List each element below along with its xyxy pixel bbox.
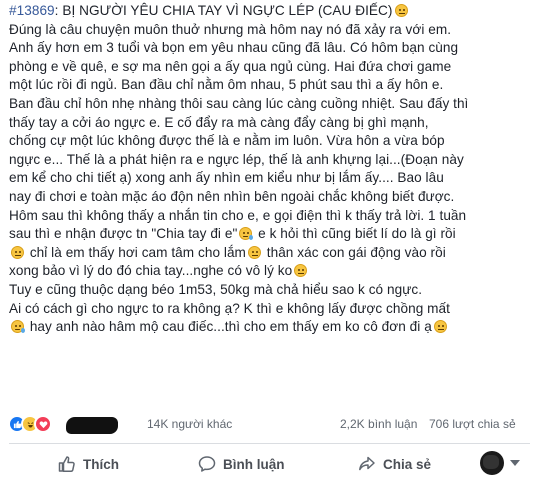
- avatar: [480, 451, 504, 475]
- post-line: Anh ấy hơn em 3 tuổi và bọn em yêu nhau …: [9, 40, 459, 56]
- share-arrow-icon: [359, 456, 375, 471]
- comments-count[interactable]: 2,2K bình luận: [340, 417, 417, 431]
- post-line: phòng e về quê, e sợ ma nên gọi a ấy qua…: [9, 58, 452, 74]
- reactions-bar: 14K người khác 2,2K bình luận 706 lượt c…: [0, 413, 539, 437]
- share-label: Chia sẻ: [383, 456, 432, 472]
- post-title-line: #13869: BỊ NGƯỜI YÊU CHIA TAY VÌ NGỰC LÉ…: [9, 2, 533, 21]
- post-line: hay anh nào hâm mộ cau điếc...thì cho em…: [9, 318, 533, 337]
- post-line: thấy tay a cởi áo ngực e. E cố đẩy ra mà…: [9, 114, 429, 130]
- post-line-part: e k hỏi thì cũng biết lí do là gì rồi: [254, 226, 456, 242]
- comment-button[interactable]: Bình luận: [198, 454, 285, 474]
- comment-icon: [198, 456, 216, 472]
- divider: [9, 443, 530, 444]
- post-line: Tuy e cũng thuộc dạng béo 1m53, 50kg mà …: [9, 281, 423, 297]
- post-line: một lúc rồi đi ngủ. Ban đầu chỉ nằm ôm n…: [9, 77, 444, 93]
- post-line-part: hay anh nào hâm mộ cau điếc...thì cho em…: [26, 319, 432, 335]
- reactions-count[interactable]: 14K người khác: [147, 417, 232, 431]
- post-hashtag[interactable]: #13869: [9, 3, 55, 18]
- confused-emoji-icon: [11, 245, 24, 259]
- caret-down-icon: [510, 460, 520, 466]
- confused-emoji-icon: [433, 320, 447, 334]
- crying-emoji-icon: [239, 227, 254, 241]
- thumbs-up-icon: [58, 456, 75, 472]
- post-line: Ai có cách gì cho ngực to ra không ạ? K …: [9, 300, 450, 316]
- post-line-part: sau thì e nhận được tn "Chia tay đi e": [9, 226, 238, 242]
- post-line: chống cự một lúc không được thế là e nằm…: [9, 133, 445, 149]
- share-button[interactable]: Chia sẻ: [358, 454, 431, 474]
- post-title: : BỊ NGƯỜI YÊU CHIA TAY VÌ NGỰC LÉP (CAU…: [54, 3, 393, 18]
- reactor-name-redacted: [66, 417, 118, 434]
- post-line: nay đi chơi e toàn mặc áo độn nên nhìn b…: [9, 188, 455, 204]
- post-line: em kể cho chi tiết ạ) xong anh ấy nhìn e…: [9, 170, 444, 186]
- post-as-selector[interactable]: [480, 451, 520, 475]
- post-line: ngực e... Thế là a phát hiện ra e ngực l…: [9, 151, 464, 167]
- action-bar: Thích Bình luận Chia sẻ: [0, 446, 539, 480]
- post-line: xong bảo vì lý do đó chia tay...nghe có …: [9, 262, 533, 281]
- love-reaction-icon: [34, 415, 52, 433]
- post-line: Hôm sau thì không thấy a nhắn tin cho e,…: [9, 207, 467, 223]
- crying-emoji-icon: [11, 320, 25, 334]
- expressionless-emoji-icon: [394, 4, 408, 17]
- post-line: chỉ là em thấy hơi cam tâm cho lắm thân …: [9, 244, 533, 263]
- post-body: #13869: BỊ NGƯỜI YÊU CHIA TAY VÌ NGỰC LÉ…: [9, 2, 533, 337]
- post-line: Đúng là câu chuyện muôn thuở nhưng mà hô…: [9, 21, 452, 37]
- facebook-post: #13869: BỊ NGƯỜI YÊU CHIA TAY VÌ NGỰC LÉ…: [0, 0, 539, 480]
- shares-count[interactable]: 706 lượt chia sẻ: [429, 417, 516, 431]
- like-label: Thích: [83, 456, 119, 472]
- post-line-part: thân xác con gái động vào rồi: [262, 244, 446, 260]
- expressionless-emoji-icon: [247, 245, 261, 259]
- confused-emoji-icon: [294, 264, 308, 278]
- comment-label: Bình luận: [223, 456, 285, 472]
- post-line: sau thì e nhận được tn "Chia tay đi e" e…: [9, 225, 533, 244]
- like-button[interactable]: Thích: [58, 454, 119, 474]
- post-line-part: chỉ là em thấy hơi cam tâm cho lắm: [26, 244, 246, 260]
- post-line: Ban đầu chỉ hôn nhẹ nhàng thôi sau càng …: [9, 95, 469, 111]
- post-line-part: xong bảo vì lý do đó chia tay...nghe có …: [9, 263, 293, 279]
